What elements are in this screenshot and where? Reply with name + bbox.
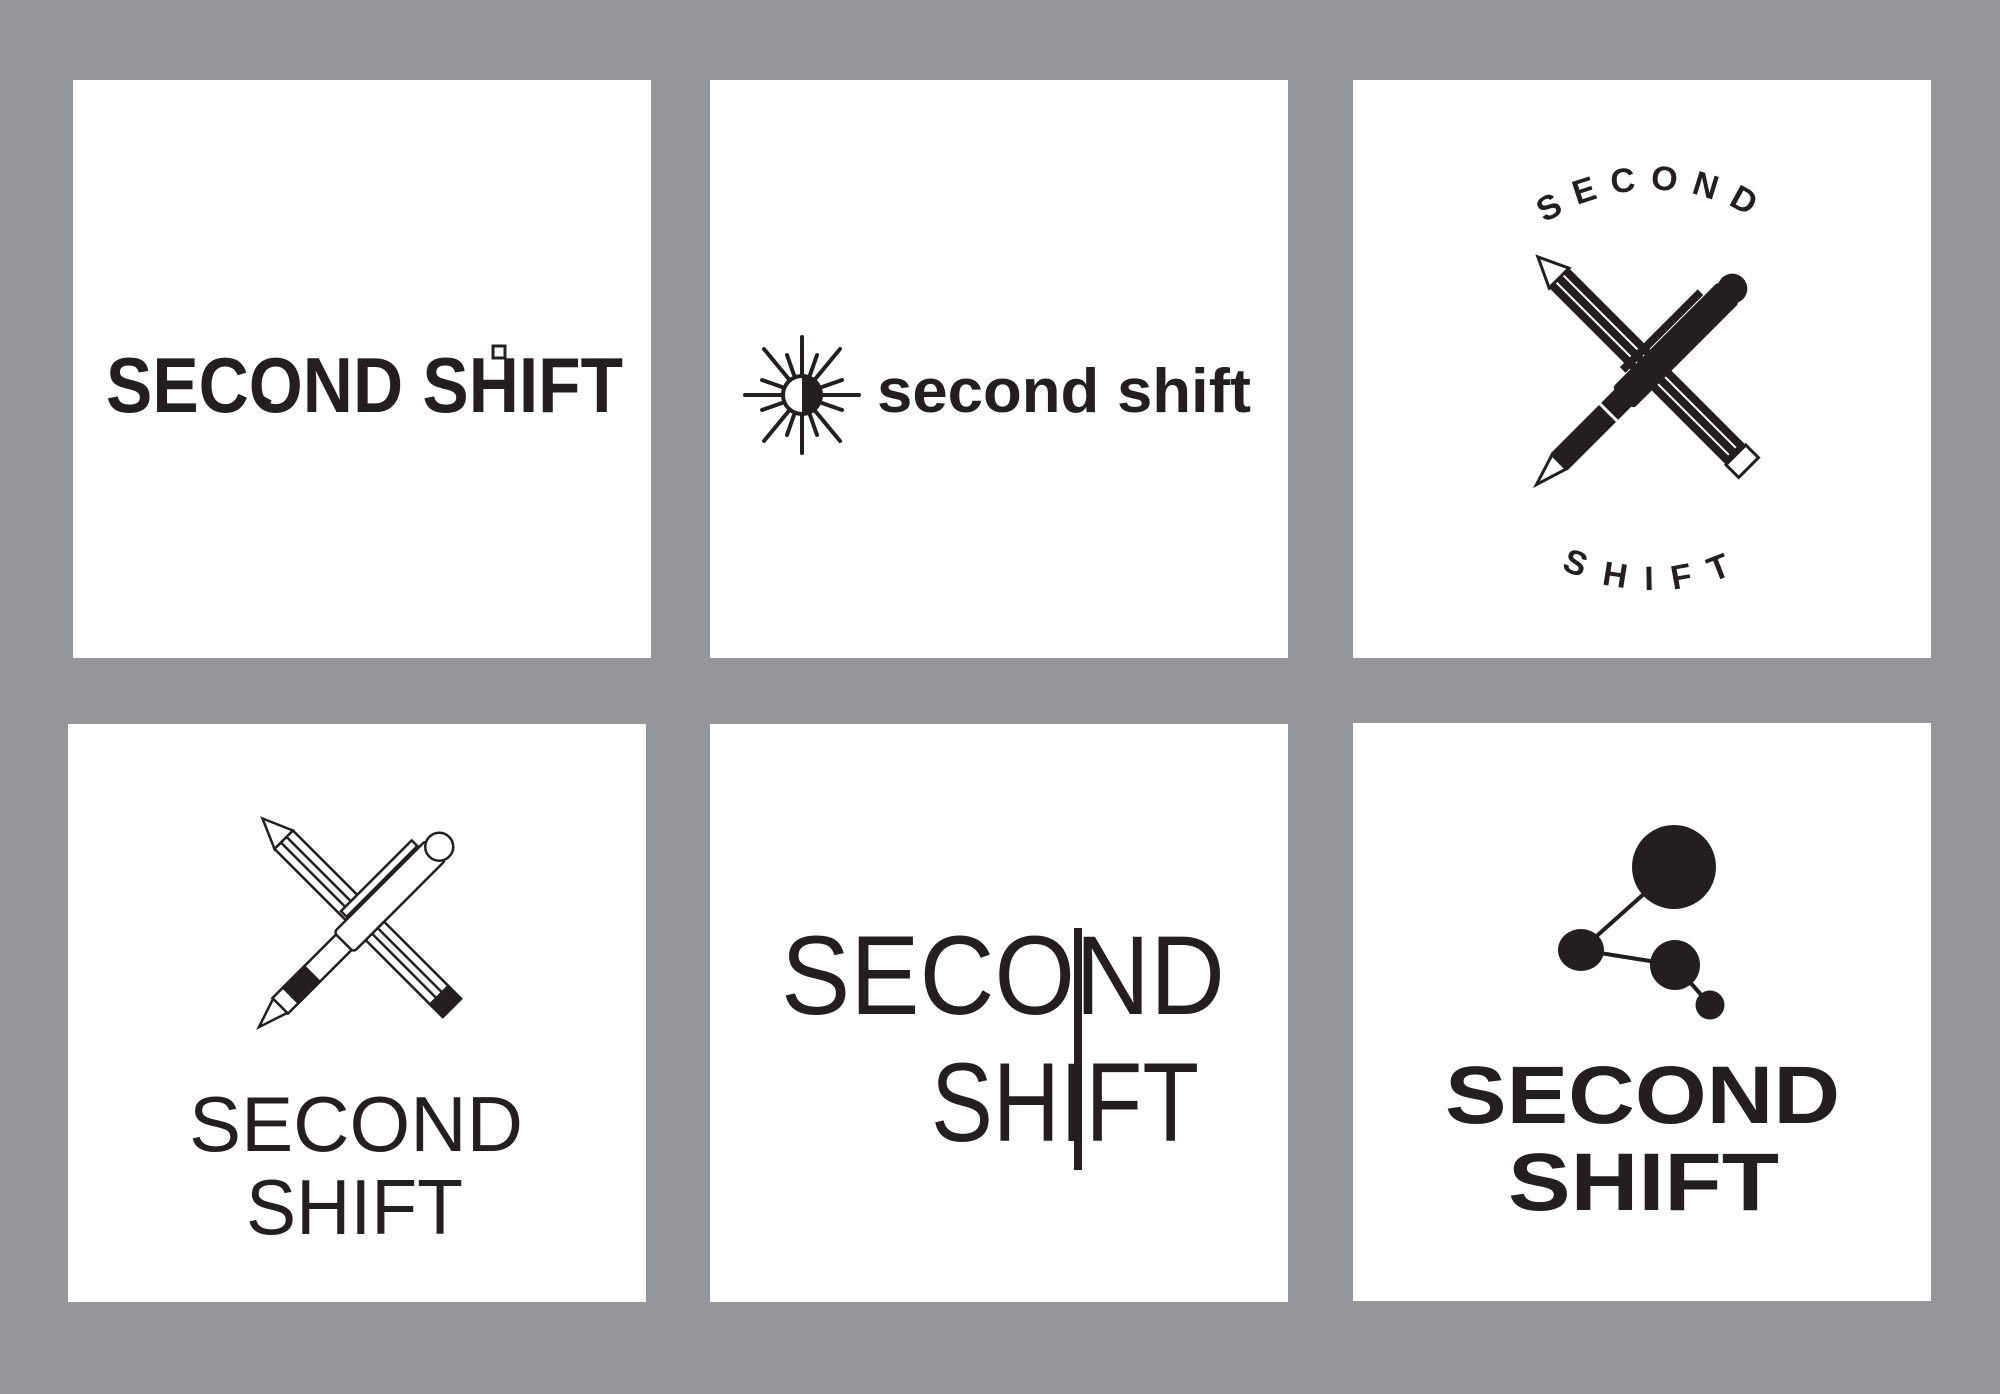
logo-line-2: SHIFT (931, 1040, 1199, 1165)
sun-icon (743, 335, 861, 455)
logo-wordmark: second shift (877, 357, 1251, 426)
logo-line-2: SHIFT (1508, 1137, 1779, 1228)
logo-line-1: SECOND (781, 913, 1225, 1038)
logo-line-2: SHIFT (246, 1163, 463, 1251)
fountain-pen-icon (256, 831, 455, 1030)
logo-line-1: SECOND (1445, 1050, 1840, 1141)
fountain-pen-icon (1532, 273, 1748, 489)
pencil-icon (491, 344, 507, 360)
logo-panel-crossed-pens-outline: SECOND SHIFT (68, 724, 646, 1302)
logo-panel-stem-n: SECOND SHIFT (710, 724, 1288, 1302)
badge-top-text: SECOND (1530, 159, 1776, 230)
logo-panel-crossed-pens-badge: SECOND SHIFT (1353, 80, 1931, 658)
logo-line-1: SECOND (189, 1080, 523, 1168)
n-stem-line (1074, 928, 1082, 1170)
logo-panel-molecule: SECOND SHIFT (1353, 723, 1931, 1301)
logo-panel-sun: second shift (710, 80, 1288, 658)
logo-wordmark: SECOND SHIFT (106, 341, 623, 429)
logo-panel-clock-pencil: SECOND SHIFT (73, 80, 651, 658)
badge-bottom-text: SHIFT (1558, 541, 1748, 598)
molecule-icon (1558, 825, 1725, 1020)
